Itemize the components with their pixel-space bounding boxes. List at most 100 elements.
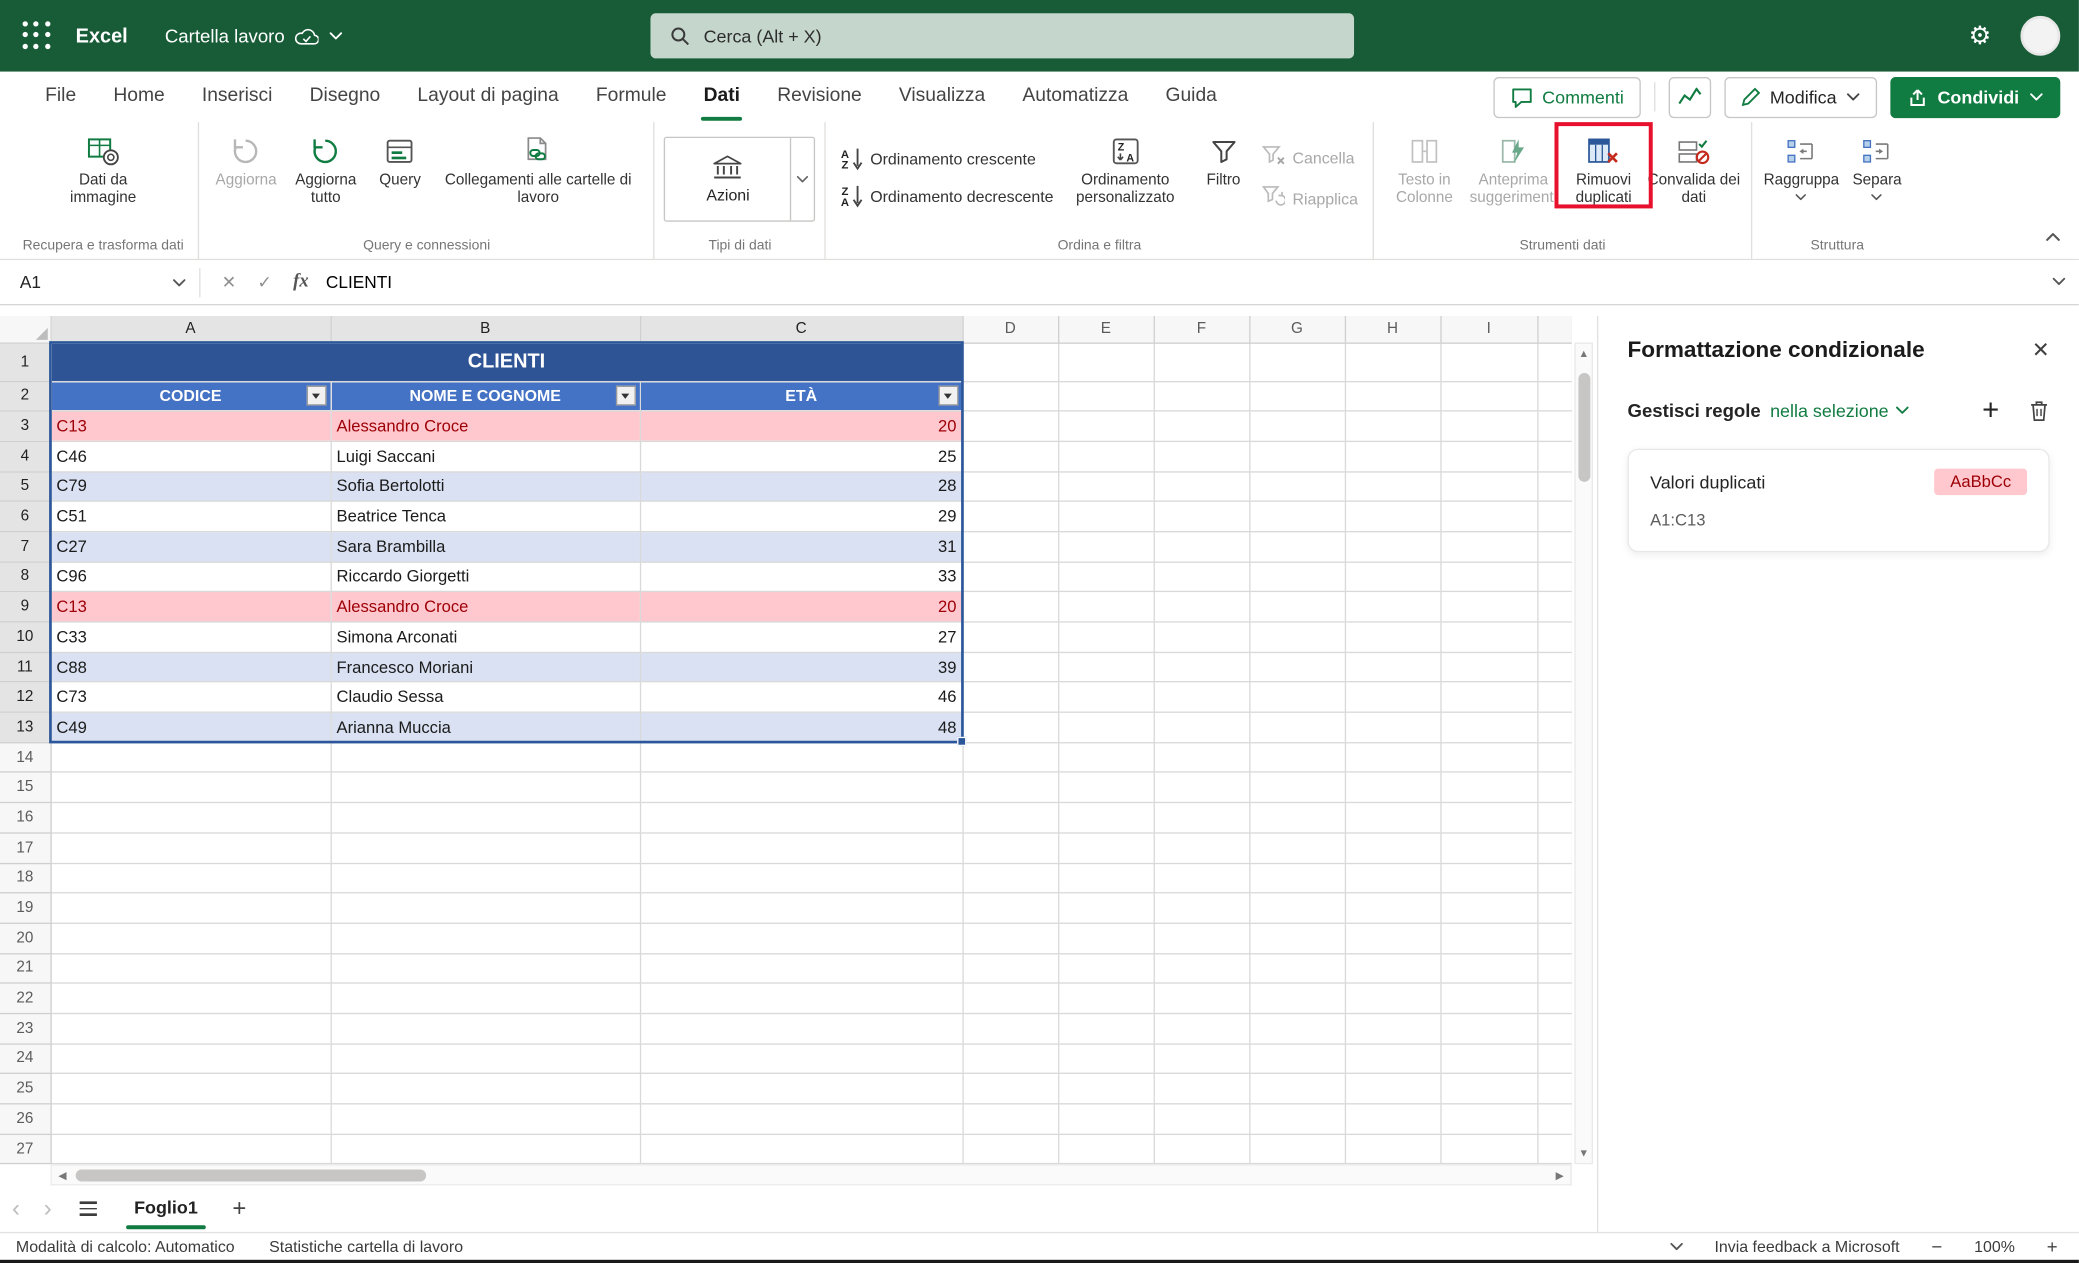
cell[interactable] (1345, 652, 1441, 682)
row-header-4[interactable]: 4 (0, 441, 50, 471)
cell[interactable] (1537, 953, 1572, 983)
cell-nome[interactable]: Sofia Bertolotti (331, 471, 640, 501)
name-box[interactable]: A1 (0, 272, 199, 292)
cell[interactable] (1058, 803, 1154, 833)
cell[interactable] (1058, 863, 1154, 893)
row-header-17[interactable]: 17 (0, 833, 50, 863)
cell[interactable] (331, 1104, 640, 1134)
cell-eta[interactable]: 20 (640, 592, 963, 622)
cell[interactable] (1345, 1074, 1441, 1104)
cell[interactable] (640, 1013, 963, 1043)
cell[interactable] (1440, 833, 1537, 863)
column-header-I[interactable]: I (1440, 316, 1537, 343)
scroll-up-arrow[interactable]: ▲ (1576, 348, 1592, 360)
search-input[interactable]: Cerca (Alt + X) (650, 13, 1354, 58)
zoom-level[interactable]: 100% (1974, 1237, 2015, 1256)
cell[interactable] (1537, 923, 1572, 953)
cell[interactable] (1249, 532, 1345, 562)
cell-nome[interactable]: Alessandro Croce (331, 592, 640, 622)
row-header-5[interactable]: 5 (0, 471, 50, 501)
cell[interactable] (1249, 471, 1345, 501)
cell[interactable] (640, 923, 963, 953)
workbook-title[interactable]: Cartella lavoro (165, 25, 343, 46)
cell-eta[interactable]: 25 (640, 441, 963, 471)
sparkline-button[interactable] (1669, 76, 1711, 117)
cell[interactable] (1537, 833, 1572, 863)
ribbon-tab-disegno[interactable]: Disegno (291, 72, 399, 122)
cell[interactable] (1154, 773, 1250, 803)
row-header-7[interactable]: 7 (0, 532, 50, 562)
cell[interactable] (1537, 532, 1572, 562)
cell[interactable] (962, 1104, 1058, 1134)
cell[interactable] (640, 953, 963, 983)
row-header-11[interactable]: 11 (0, 652, 50, 682)
filter-dropdown-button[interactable] (306, 386, 326, 406)
cell[interactable] (1537, 652, 1572, 682)
cell[interactable] (1154, 863, 1250, 893)
cell-table-header[interactable]: ETÀ (640, 381, 963, 411)
ribbon-tab-visualizza[interactable]: Visualizza (880, 72, 1003, 122)
cell[interactable] (1440, 411, 1537, 441)
cell[interactable] (1440, 342, 1537, 380)
cell[interactable] (1154, 682, 1250, 712)
row-header-6[interactable]: 6 (0, 501, 50, 531)
cell[interactable] (640, 1074, 963, 1104)
cell[interactable] (1154, 1104, 1250, 1134)
cell[interactable] (962, 1044, 1058, 1074)
cell[interactable] (1154, 471, 1250, 501)
cell[interactable] (1345, 441, 1441, 471)
cancel-entry-icon[interactable]: ✕ (222, 271, 236, 292)
cell[interactable] (962, 342, 1058, 380)
row-header-18[interactable]: 18 (0, 863, 50, 893)
row-header-14[interactable]: 14 (0, 742, 50, 772)
cell[interactable] (640, 863, 963, 893)
actions-data-type[interactable]: Azioni (666, 138, 791, 220)
cell[interactable] (1345, 983, 1441, 1013)
cell[interactable] (1249, 411, 1345, 441)
cell[interactable] (1249, 1134, 1345, 1164)
cell[interactable] (50, 1134, 330, 1164)
cell[interactable] (640, 803, 963, 833)
cell[interactable] (331, 893, 640, 923)
column-header-D[interactable]: D (962, 316, 1058, 343)
group-button[interactable]: Raggruppa (1762, 125, 1842, 201)
cell-eta[interactable]: 31 (640, 532, 963, 562)
remove-duplicates-button[interactable]: Rimuovi duplicati (1561, 125, 1646, 207)
cell-codice[interactable]: C88 (50, 652, 330, 682)
comments-button[interactable]: Commenti (1493, 76, 1641, 117)
cell[interactable] (962, 471, 1058, 501)
cell[interactable] (331, 742, 640, 772)
ribbon-tab-guida[interactable]: Guida (1147, 72, 1236, 122)
cell-nome[interactable]: Arianna Muccia (331, 712, 640, 742)
cell[interactable] (1440, 863, 1537, 893)
cell-eta[interactable]: 29 (640, 501, 963, 531)
ribbon-tab-inserisci[interactable]: Inserisci (183, 72, 291, 122)
cell[interactable] (50, 863, 330, 893)
cell[interactable] (1345, 592, 1441, 622)
cell[interactable] (1249, 652, 1345, 682)
row-header-25[interactable]: 25 (0, 1074, 50, 1104)
cell[interactable] (1249, 773, 1345, 803)
add-sheet-button[interactable]: + (216, 1195, 262, 1223)
status-options-chevron[interactable] (1669, 1243, 1682, 1251)
cell[interactable] (1058, 1134, 1154, 1164)
cell[interactable] (1345, 411, 1441, 441)
cell[interactable] (331, 1134, 640, 1164)
refresh-all-button[interactable]: Aggiorna tutto (283, 125, 368, 207)
cell[interactable] (331, 983, 640, 1013)
cell[interactable] (1154, 833, 1250, 863)
cell[interactable] (1249, 983, 1345, 1013)
cell[interactable] (1537, 742, 1572, 772)
cell[interactable] (1058, 501, 1154, 531)
cell[interactable] (640, 1044, 963, 1074)
scroll-down-arrow[interactable]: ▼ (1576, 1147, 1592, 1159)
cell[interactable] (1345, 863, 1441, 893)
cell[interactable] (962, 682, 1058, 712)
cell[interactable] (640, 983, 963, 1013)
cell-table-title[interactable]: CLIENTI (50, 342, 962, 380)
cell[interactable] (1537, 1074, 1572, 1104)
cell[interactable] (1345, 622, 1441, 652)
cell[interactable] (50, 1013, 330, 1043)
cell[interactable] (962, 923, 1058, 953)
data-types-gallery-dropdown[interactable] (790, 138, 814, 220)
